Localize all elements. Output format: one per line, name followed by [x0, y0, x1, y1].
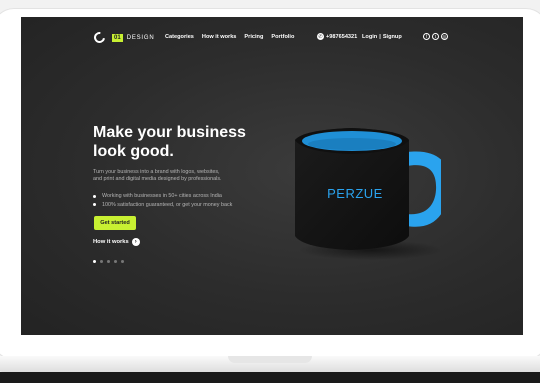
logo-badge: 01: [112, 33, 123, 42]
main-nav: Categories How it works Pricing Portfoli…: [165, 34, 294, 40]
phone-icon: ✆: [317, 33, 324, 40]
laptop-shadow: [0, 372, 540, 383]
instagram-icon[interactable]: ◎: [441, 33, 448, 40]
how-it-works-link[interactable]: How it works ›: [93, 238, 140, 246]
hero-subtitle-line: and print and digital media designed by …: [93, 175, 222, 182]
facebook-icon[interactable]: f: [423, 33, 430, 40]
hero-subtitle: Turn your business into a brand with log…: [93, 169, 243, 182]
auth-separator: |: [379, 34, 381, 40]
mug-brand-text: PERZUE: [327, 186, 383, 201]
nav-item-categories[interactable]: Categories: [165, 34, 194, 40]
feature-text: 100% satisfaction guaranteed, or get you…: [102, 201, 233, 208]
hero-subtitle-line: Turn your business into a brand with log…: [93, 169, 220, 175]
social-links: f t ◎: [423, 33, 448, 40]
signup-link[interactable]: Signup: [383, 34, 402, 40]
brand-logo[interactable]: 01 DESIGN: [91, 29, 155, 46]
feature-item: Working with businesses in 50+ cities ac…: [93, 192, 232, 201]
carousel-dot[interactable]: [107, 260, 110, 263]
mug-handle: [407, 151, 441, 227]
logo-text: DESIGN: [126, 34, 155, 41]
carousel-dot[interactable]: [100, 260, 103, 263]
phone-number: +987654321: [326, 33, 358, 40]
nav-item-portfolio[interactable]: Portfolio: [271, 34, 294, 40]
logo-icon: [91, 29, 108, 46]
auth-links: Login | Signup: [362, 34, 402, 40]
carousel-dot[interactable]: [121, 260, 124, 263]
mug-image: PERZUE: [295, 128, 441, 260]
phone-contact[interactable]: ✆ +987654321: [317, 33, 357, 40]
nav-item-pricing[interactable]: Pricing: [244, 34, 263, 40]
feature-item: 100% satisfaction guaranteed, or get you…: [93, 201, 232, 210]
carousel-dots: [93, 260, 124, 263]
get-started-button[interactable]: Get started: [94, 216, 136, 230]
login-link[interactable]: Login: [362, 34, 377, 40]
hero-title-line: Make your business: [93, 124, 246, 141]
carousel-dot[interactable]: [93, 260, 96, 263]
feature-list: Working with businesses in 50+ cities ac…: [93, 192, 232, 209]
bullet-icon: [93, 194, 96, 198]
how-it-works-label: How it works: [93, 239, 129, 245]
bullet-icon: [93, 203, 96, 207]
twitter-icon[interactable]: t: [432, 33, 439, 40]
laptop-notch: [228, 356, 312, 363]
hero-title-line: look good.: [93, 143, 174, 160]
nav-item-how-it-works[interactable]: How it works: [202, 34, 237, 40]
arrow-right-icon: ›: [131, 238, 140, 246]
feature-text: Working with businesses in 50+ cities ac…: [102, 193, 222, 199]
website-screen: 01 DESIGN Categories How it works Pricin…: [21, 17, 523, 335]
mug-interior-shade: [308, 138, 396, 150]
carousel-dot[interactable]: [114, 260, 117, 263]
hero-title: Make your business look good.: [93, 123, 293, 161]
